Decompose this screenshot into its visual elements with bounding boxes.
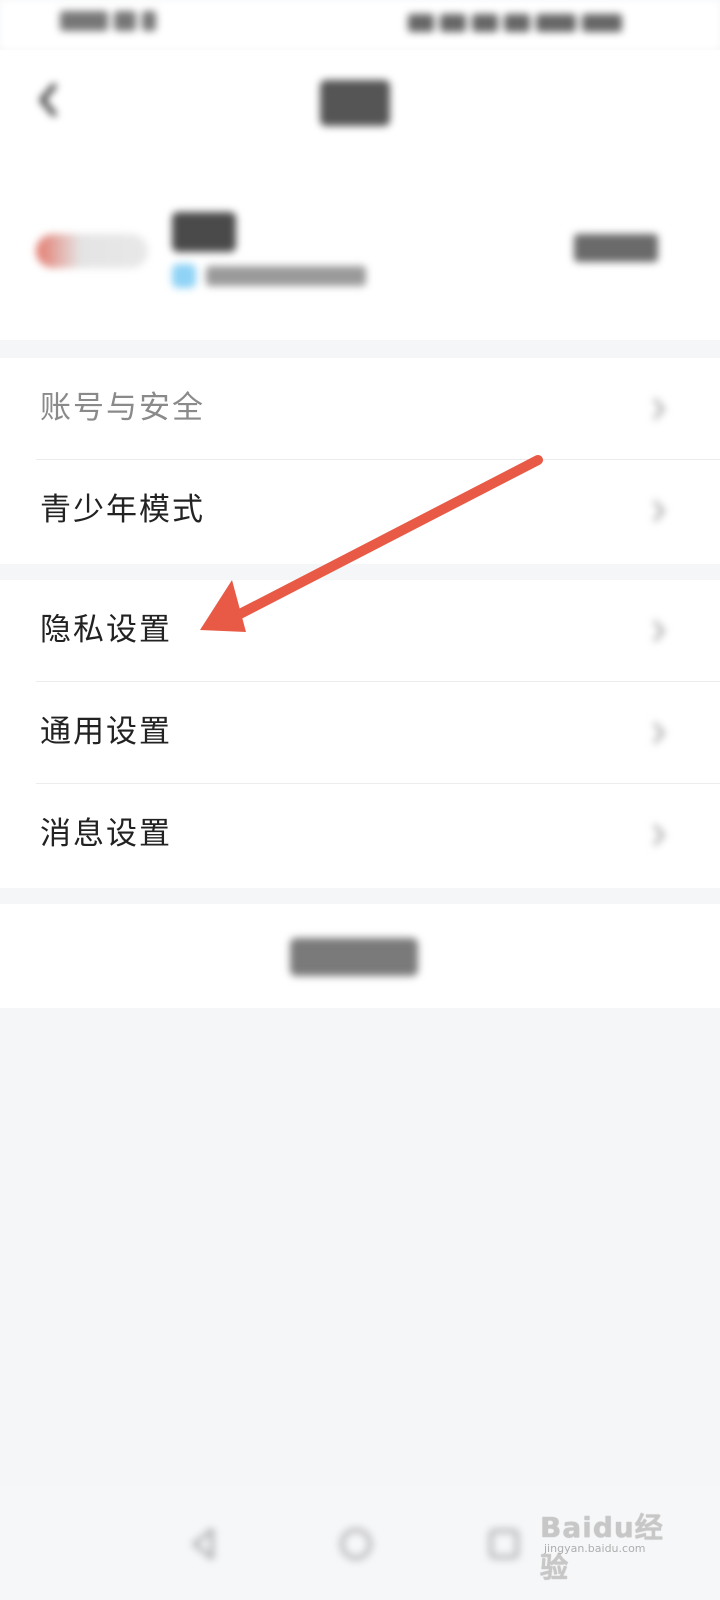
- nav-back-icon[interactable]: [182, 1522, 226, 1566]
- id-icon: [172, 264, 196, 288]
- status-signal-indicators: [60, 10, 170, 38]
- menu-item-label: 账号与安全: [40, 390, 205, 426]
- menu-item-label: 隐私设置: [40, 612, 172, 648]
- menu-item-label: 青少年模式: [40, 492, 205, 528]
- avatar: [36, 234, 148, 268]
- nav-recent-apps-icon[interactable]: [482, 1522, 526, 1566]
- settings-group-general: 隐私设置 通用设置 消息设置: [0, 580, 720, 888]
- chevron-right-icon: [648, 720, 670, 746]
- chevron-right-icon: [648, 396, 670, 422]
- chevron-right-icon: [648, 822, 670, 848]
- profile-card[interactable]: [0, 160, 720, 340]
- nav-home-icon[interactable]: [334, 1522, 378, 1566]
- header: [0, 50, 720, 160]
- menu-item-teen-mode[interactable]: 青少年模式: [0, 460, 720, 562]
- chevron-right-icon: [648, 498, 670, 524]
- profile-action-link[interactable]: [574, 234, 658, 262]
- logout-label: [290, 938, 418, 976]
- watermark-url: jingyan.baidu.com: [544, 1542, 646, 1555]
- menu-item-label: 消息设置: [40, 816, 172, 852]
- back-icon[interactable]: [30, 80, 70, 120]
- settings-group-account: 账号与安全 青少年模式: [0, 358, 720, 564]
- menu-item-message-settings[interactable]: 消息设置: [0, 784, 720, 886]
- menu-item-account-security[interactable]: 账号与安全: [0, 358, 720, 460]
- menu-item-label: 通用设置: [40, 714, 172, 750]
- menu-item-privacy-settings[interactable]: 隐私设置: [0, 580, 720, 682]
- baidu-jingyan-watermark: Baidu经验 jingyan.baidu.com: [540, 1496, 690, 1584]
- page-title: [320, 80, 390, 126]
- logout-button[interactable]: [0, 904, 720, 1008]
- status-bar: [0, 0, 720, 50]
- profile-name: [172, 212, 236, 252]
- status-system-icons: [408, 12, 648, 38]
- menu-item-general-settings[interactable]: 通用设置: [0, 682, 720, 784]
- chevron-right-icon: [648, 618, 670, 644]
- profile-id: [206, 266, 366, 286]
